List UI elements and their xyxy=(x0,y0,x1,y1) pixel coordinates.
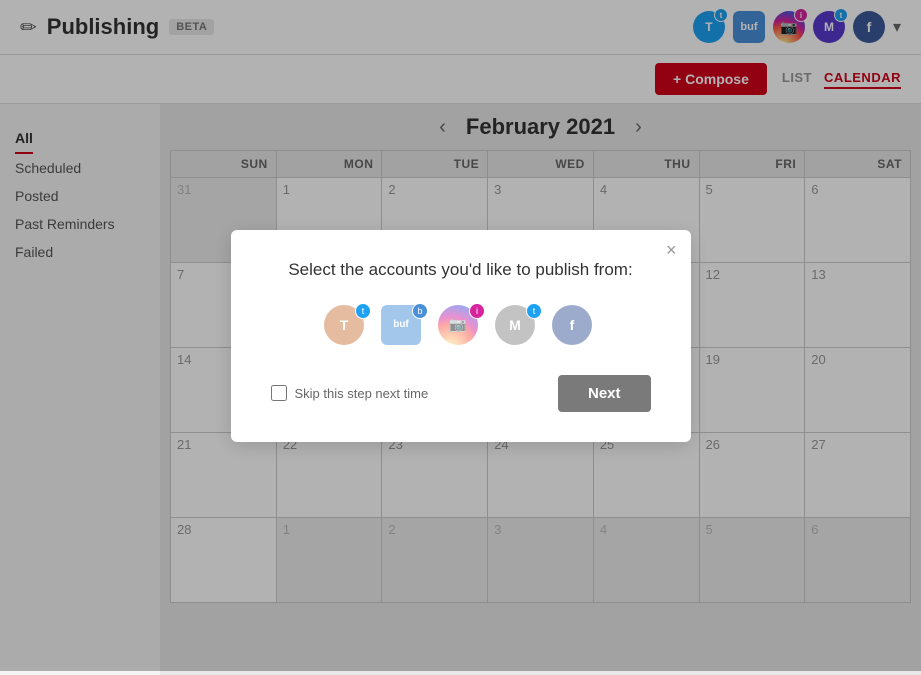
modal-account-4-badge: t xyxy=(526,303,542,319)
modal-account-1[interactable]: T t xyxy=(324,305,369,350)
modal-close-button[interactable]: × xyxy=(666,240,677,261)
next-button[interactable]: Next xyxy=(558,375,651,412)
skip-label[interactable]: Skip this step next time xyxy=(271,385,429,401)
modal-account-5[interactable]: f xyxy=(552,305,597,350)
modal-accounts: T t buf b 📷 i M t f xyxy=(271,305,651,350)
modal-account-4[interactable]: M t xyxy=(495,305,540,350)
modal: × Select the accounts you'd like to publ… xyxy=(231,230,691,442)
modal-account-3-badge: i xyxy=(469,303,485,319)
skip-text: Skip this step next time xyxy=(295,386,429,401)
modal-account-3[interactable]: 📷 i xyxy=(438,305,483,350)
skip-checkbox[interactable] xyxy=(271,385,287,401)
modal-footer: Skip this step next time Next xyxy=(271,375,651,412)
modal-account-1-badge: t xyxy=(355,303,371,319)
modal-title: Select the accounts you'd like to publis… xyxy=(271,260,651,280)
modal-account-2-badge: b xyxy=(412,303,428,319)
modal-account-2[interactable]: buf b xyxy=(381,305,426,350)
modal-overlay[interactable]: × Select the accounts you'd like to publ… xyxy=(0,0,921,671)
